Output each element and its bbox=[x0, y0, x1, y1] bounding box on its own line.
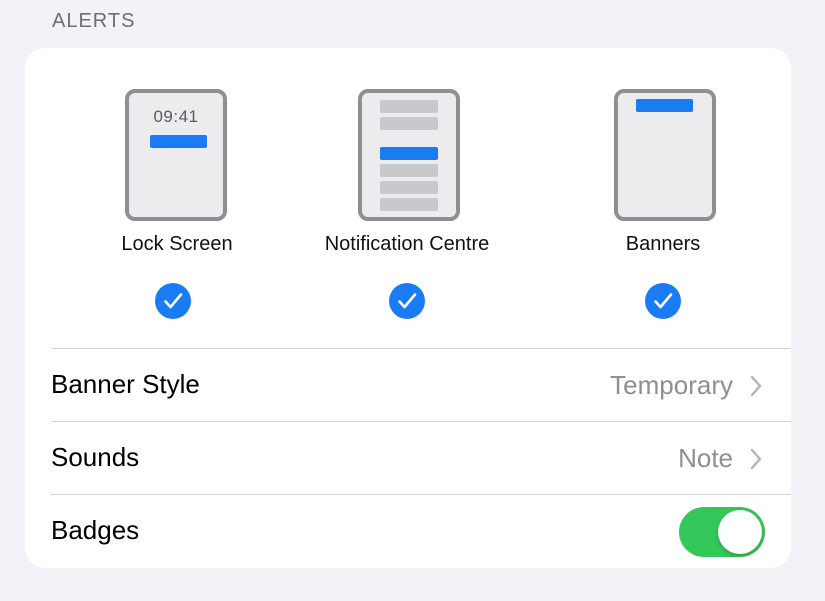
option-label-banners: Banners bbox=[625, 233, 701, 255]
option-label-lock-screen: Lock Screen bbox=[121, 233, 233, 255]
lock-screen-preview-icon: 09:41 bbox=[125, 89, 227, 221]
list-bar bbox=[380, 198, 438, 211]
notification-centre-checkmark-icon[interactable] bbox=[389, 283, 425, 319]
banner-bar bbox=[636, 99, 693, 112]
section-header-alerts: ALERTS bbox=[52, 10, 136, 32]
badges-row: Badges bbox=[51, 494, 791, 568]
chevron-right-icon bbox=[749, 448, 763, 475]
banners-preview-icon bbox=[614, 89, 716, 221]
notification-bar bbox=[380, 147, 438, 160]
sounds-label: Sounds bbox=[51, 442, 140, 472]
option-lock-screen[interactable]: 09:41 Lock Screen bbox=[47, 48, 307, 348]
lock-screen-checkmark-icon[interactable] bbox=[155, 283, 191, 319]
banner-style-row[interactable]: Banner Style Temporary bbox=[51, 348, 791, 422]
alert-style-options: 09:41 Lock Screen Notification Centre Ba… bbox=[25, 48, 791, 348]
chevron-right-icon bbox=[749, 375, 763, 402]
option-notification-centre[interactable]: Notification Centre bbox=[277, 48, 537, 348]
toggle-knob bbox=[718, 510, 762, 554]
alerts-card: 09:41 Lock Screen Notification Centre Ba… bbox=[25, 48, 791, 568]
notification-centre-preview-icon bbox=[358, 89, 460, 221]
list-bar bbox=[380, 164, 438, 177]
banner-style-value: Temporary bbox=[610, 370, 733, 400]
banners-checkmark-icon[interactable] bbox=[645, 283, 681, 319]
list-bar bbox=[380, 117, 438, 130]
lock-screen-time: 09:41 bbox=[153, 107, 199, 126]
badges-label: Badges bbox=[51, 515, 140, 545]
option-banners[interactable]: Banners bbox=[533, 48, 791, 348]
notification-bar bbox=[150, 135, 207, 148]
badges-toggle[interactable] bbox=[679, 507, 765, 557]
list-bar bbox=[380, 100, 438, 113]
list-bar bbox=[380, 181, 438, 194]
sounds-row[interactable]: Sounds Note bbox=[51, 421, 791, 495]
option-label-notification-centre: Notification Centre bbox=[324, 233, 490, 255]
banner-style-label: Banner Style bbox=[51, 369, 200, 399]
sounds-value: Note bbox=[678, 443, 733, 473]
